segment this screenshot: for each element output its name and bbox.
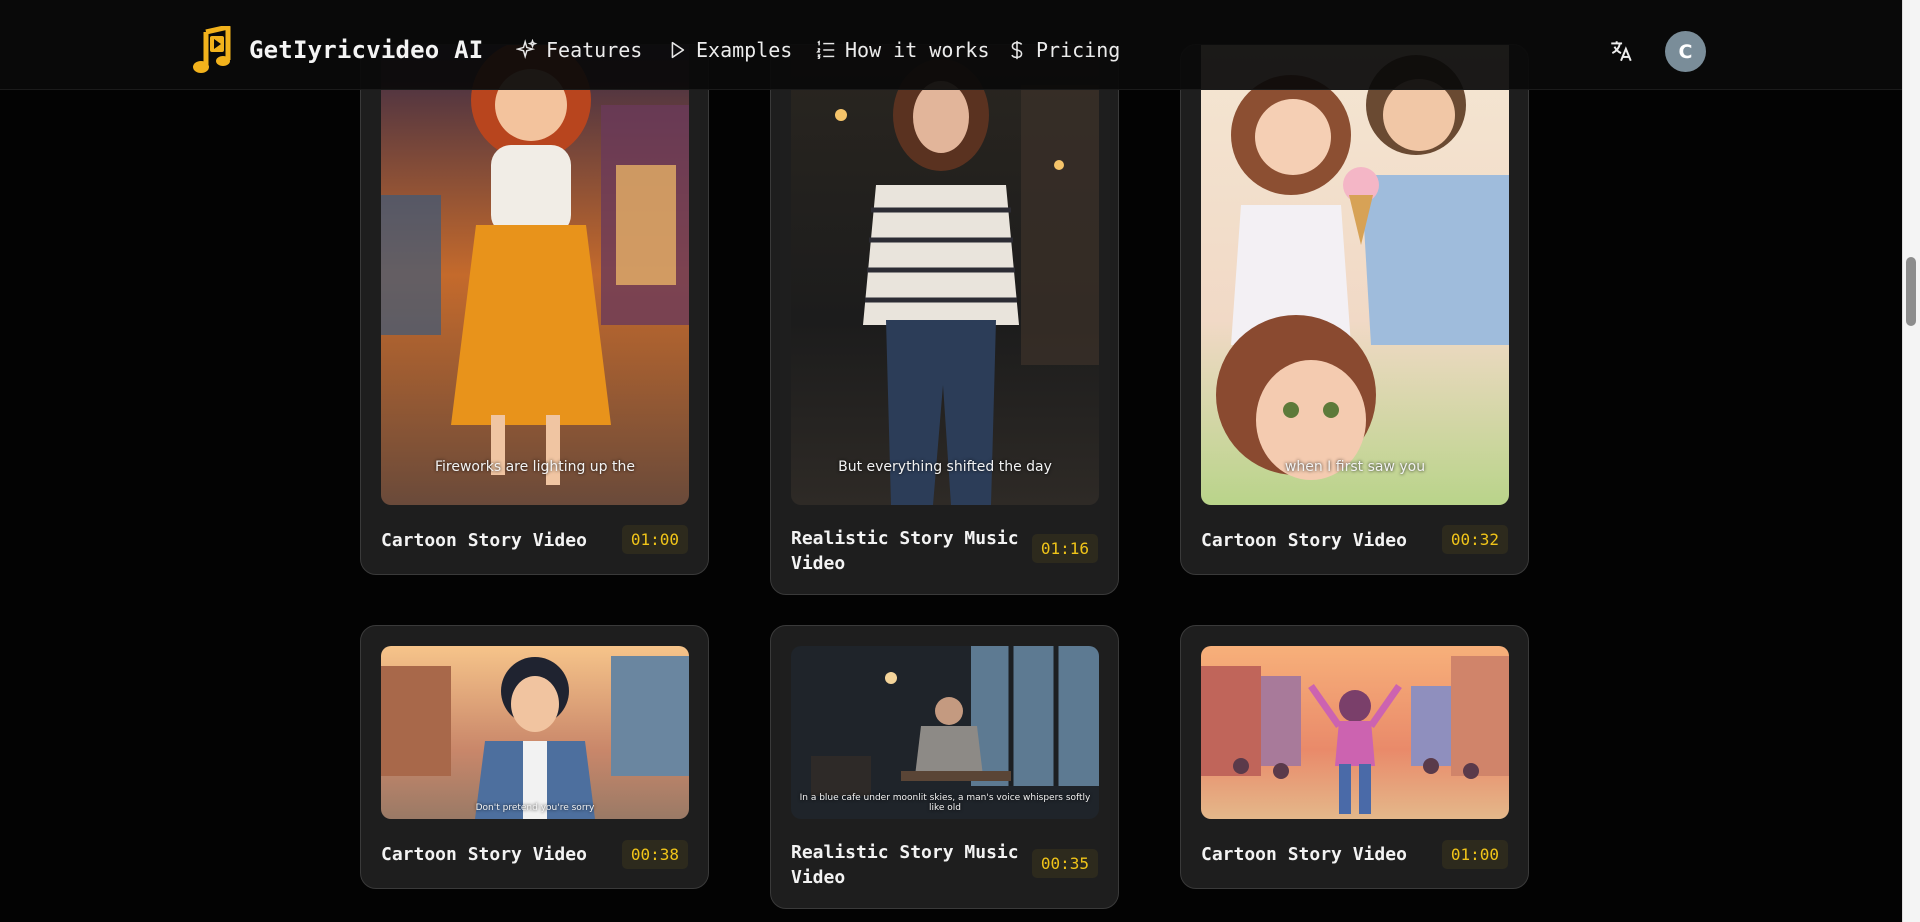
card-title: Realistic Story Music Video [791,528,1019,574]
translate-icon[interactable] [1608,38,1634,64]
duration-badge: 00:32 [1441,525,1508,554]
card-title: Cartoon Story Video [381,530,587,551]
nav-label: Examples [696,38,793,62]
video-thumbnail[interactable]: when I first saw you [1201,45,1509,505]
play-icon [671,41,685,59]
duration-badge: 01:00 [1441,840,1508,869]
brand-name[interactable]: GetIyricvideo AI [249,36,483,64]
video-card[interactable]: In a blue cafe under moonlit skies, a ma… [770,625,1119,909]
video-thumbnail[interactable]: In a blue cafe under moonlit skies, a ma… [791,646,1099,819]
video-thumbnail[interactable] [1201,646,1509,819]
nav-label: Pricing [1036,38,1121,62]
page-scrollbar-thumb[interactable] [1906,257,1916,326]
video-caption: Don't pretend you're sorry [475,803,595,813]
video-caption: In a blue cafe under moonlit skies, a ma… [799,793,1091,813]
page-scrollbar-track[interactable] [1902,0,1920,922]
duration-badge: 00:35 [1031,849,1098,878]
nav-label: Features [546,38,643,62]
duration-badge: 00:38 [621,840,688,869]
video-card[interactable]: when I first saw you Cartoon Story Video… [1180,44,1529,575]
video-caption: when I first saw you [1284,459,1426,475]
nav-label: How it works [845,38,990,62]
nav-features[interactable]: Features [516,38,642,62]
music-note-logo-icon[interactable] [192,26,232,74]
cartoon-boy-street-image [381,646,689,819]
video-thumbnail[interactable]: Fireworks are lighting up the [381,45,689,505]
nav-how-it-works[interactable]: How it works [815,38,990,62]
cartoon-girl-dancing-image [381,45,689,505]
video-thumbnail[interactable]: Don't pretend you're sorry [381,646,689,819]
card-title: Cartoon Story Video [1201,530,1407,551]
card-title: Realistic Story Music Video [791,842,1019,888]
nav-pricing[interactable]: Pricing [1006,38,1120,62]
video-card[interactable]: Cartoon Story Video 01:00 [1180,625,1529,889]
dollar-icon [1011,40,1023,60]
nav-examples[interactable]: Examples [666,38,792,62]
video-thumbnail[interactable]: But everything shifted the day [791,45,1099,505]
video-card[interactable]: But everything shifted the day Realistic… [770,44,1119,595]
card-title: Cartoon Story Video [1201,844,1407,865]
video-caption: But everything shifted the day [838,459,1052,475]
site-header: GetIyricvideo AI Features Examples How i… [0,0,1902,90]
video-card[interactable]: Fireworks are lighting up the Cartoon St… [360,44,709,575]
cartoon-couple-ice-cream-image [1201,45,1509,505]
sparkles-icon [516,39,538,60]
list-ordered-icon [816,40,835,59]
duration-badge: 01:00 [621,525,688,554]
card-title: Cartoon Story Video [381,844,587,865]
duration-badge: 01:16 [1031,534,1098,563]
video-caption: Fireworks are lighting up the [434,459,635,475]
woman-night-street-image [791,45,1099,505]
user-avatar[interactable]: C [1665,31,1706,72]
video-card[interactable]: Don't pretend you're sorry Cartoon Story… [360,625,709,889]
cartoon-street-party-image [1201,646,1509,819]
